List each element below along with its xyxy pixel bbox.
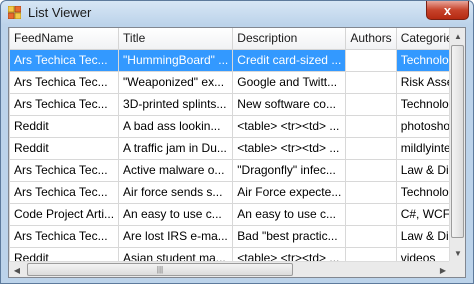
cell-description[interactable]: <table> <tr><td> ... [232,137,347,160]
cell-description[interactable]: Credit card-sized ... [232,49,347,72]
cell-authors[interactable] [345,71,397,94]
cell-feedname[interactable]: Ars Techica Tec... [9,159,120,182]
title-bar[interactable]: List Viewer x [1,1,473,25]
table-row[interactable]: Ars Techica Tec... Are lost IRS e-ma... Ba… [9,225,451,248]
horizontal-scrollbar[interactable]: ◀ ||| ▶ [9,261,451,277]
cell-title[interactable]: "HummingBoard" ... [118,49,234,72]
table-row[interactable]: Ars Techica Tec... "Weaponized" ex... Goog… [9,71,451,94]
cell-feedname[interactable]: Ars Techica Tec... [9,181,120,204]
grip-icon: ||| [156,265,164,274]
close-icon: x [443,2,452,18]
column-header-feedname[interactable]: FeedName [9,28,120,50]
grid-viewport: FeedNameTitleDescriptionAuthorsCategorie… [9,28,451,261]
cell-feedname[interactable]: Reddit [9,115,120,138]
table-row[interactable]: Ars Techica Tec... Air force sends s... Ai… [9,181,451,204]
table-row[interactable]: Reddit Asian student ma... <table> <tr><td… [9,247,451,261]
cell-categories[interactable]: mildlyinteresti [396,137,451,160]
cell-title[interactable]: An easy to use c... [118,203,234,226]
cell-authors[interactable] [345,115,397,138]
cell-feedname[interactable]: Ars Techica Tec... [9,225,120,248]
cell-description[interactable]: Bad "best practic... [232,225,347,248]
header-row: FeedNameTitleDescriptionAuthorsCategorie… [9,28,451,50]
cell-authors[interactable] [345,93,397,116]
column-header-description[interactable]: Description [232,28,347,50]
cell-categories[interactable]: Technology L [396,49,451,72]
scroll-up-icon[interactable]: ▲ [450,28,465,44]
cell-title[interactable]: Air force sends s... [118,181,234,204]
cell-authors[interactable] [345,181,397,204]
cell-feedname[interactable]: Ars Techica Tec... [9,49,120,72]
cell-title[interactable]: 3D-printed splints... [118,93,234,116]
data-grid-view[interactable]: FeedNameTitleDescriptionAuthorsCategorie… [8,27,466,278]
cell-description[interactable]: Air Force expecte... [232,181,347,204]
cell-title[interactable]: "Weaponized" ex... [118,71,234,94]
table-row[interactable]: Reddit A traffic jam in Du... <table> <tr>… [9,137,451,160]
cell-categories[interactable]: C#, WCF, WP [396,203,451,226]
horizontal-scroll-thumb[interactable]: ||| [27,263,293,276]
table-row[interactable]: Ars Techica Tec... 3D-printed splints... N… [9,93,451,116]
cell-categories[interactable]: Technology L [396,93,451,116]
cell-authors[interactable] [345,49,397,72]
vertical-scrollbar[interactable]: ▲ ▼ [449,28,465,261]
cell-description[interactable]: Google and Twitt... [232,71,347,94]
cell-feedname[interactable]: Ars Techica Tec... [9,93,120,116]
cell-authors[interactable] [345,137,397,160]
cell-authors[interactable] [345,247,397,261]
cell-feedname[interactable]: Ars Techica Tec... [9,71,120,94]
scroll-down-icon[interactable]: ▼ [450,245,465,261]
cell-categories[interactable]: Risk Assessm [396,71,451,94]
cell-title[interactable]: Active malware o... [118,159,234,182]
cell-categories[interactable]: Law & Disord [396,225,451,248]
cell-description[interactable]: <table> <tr><td> ... [232,115,347,138]
table-row[interactable]: Ars Techica Tec... Active malware o... "Dr… [9,159,451,182]
table-row[interactable]: Ars Techica Tec... "HummingBoard" ... Cred… [9,49,451,72]
cell-feedname[interactable]: Code Project Arti... [9,203,120,226]
cell-authors[interactable] [345,225,397,248]
cell-description[interactable]: <table> <tr><td> ... [232,247,347,261]
cell-categories[interactable]: photoshopbat [396,115,451,138]
scroll-left-icon[interactable]: ◀ [9,262,25,277]
cell-title[interactable]: A bad ass lookin... [118,115,234,138]
cell-categories[interactable]: videos [396,247,451,261]
scrollbar-corner [449,261,465,277]
column-header-categories[interactable]: Categories [396,28,451,50]
cell-title[interactable]: Are lost IRS e-ma... [118,225,234,248]
cell-description[interactable]: New software co... [232,93,347,116]
cell-description[interactable]: "Dragonfly" infec... [232,159,347,182]
cell-authors[interactable] [345,159,397,182]
app-icon [8,6,21,19]
cell-categories[interactable]: Technology L [396,181,451,204]
column-header-title[interactable]: Title [118,28,234,50]
cell-categories[interactable]: Law & Disord [396,159,451,182]
column-header-authors[interactable]: Authors [345,28,397,50]
cell-authors[interactable] [345,203,397,226]
list-viewer-window: List Viewer x FeedNameTitleDescription [0,0,474,284]
cell-description[interactable]: An easy to use c... [232,203,347,226]
cell-feedname[interactable]: Reddit [9,137,120,160]
cell-feedname[interactable]: Reddit [9,247,120,261]
list-table: FeedNameTitleDescriptionAuthorsCategorie… [9,28,451,261]
table-row[interactable]: Reddit A bad ass lookin... <table> <tr><td… [9,115,451,138]
window-title: List Viewer [28,5,92,20]
cell-title[interactable]: Asian student ma... [118,247,234,261]
cell-title[interactable]: A traffic jam in Du... [118,137,234,160]
vertical-scroll-thumb[interactable] [451,45,464,238]
close-button[interactable]: x [426,1,469,20]
table-row[interactable]: Code Project Arti... An easy to use c... A… [9,203,451,226]
